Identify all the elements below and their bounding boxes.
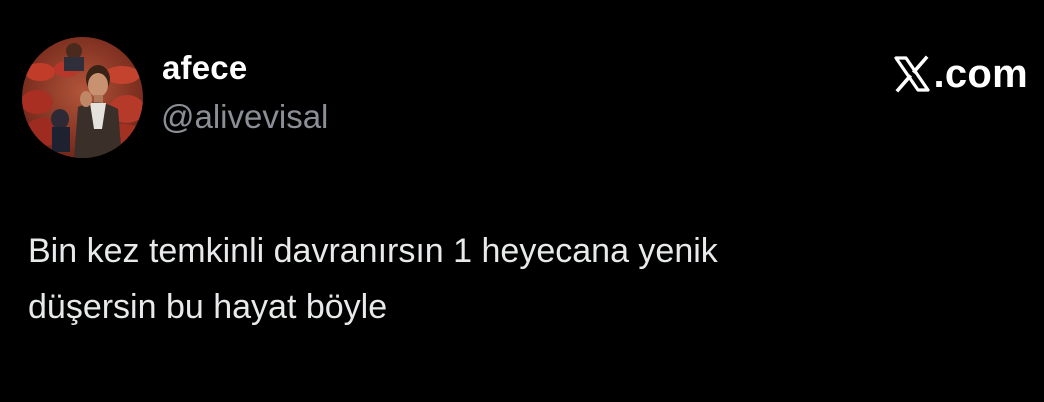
avatar-photo-icon: [22, 37, 143, 158]
x-com-brand: .com: [893, 52, 1028, 96]
brand-domain-text: .com: [933, 52, 1028, 96]
author-handle[interactable]: @alivevisal: [161, 97, 328, 137]
tweet-line: düşersin bu hayat böyle: [28, 288, 388, 326]
tweet-line: Bin kez temkinli davranırsın 1 heyecana …: [28, 232, 718, 270]
x-logo-icon: [893, 55, 931, 93]
tweet-card: afece @alivevisal .com Bin kez temkinli …: [0, 0, 1044, 402]
avatar[interactable]: [22, 37, 143, 158]
author-display-name[interactable]: afece: [162, 48, 247, 88]
tweet-text: Bin kez temkinli davranırsın 1 heyecana …: [28, 223, 1018, 335]
